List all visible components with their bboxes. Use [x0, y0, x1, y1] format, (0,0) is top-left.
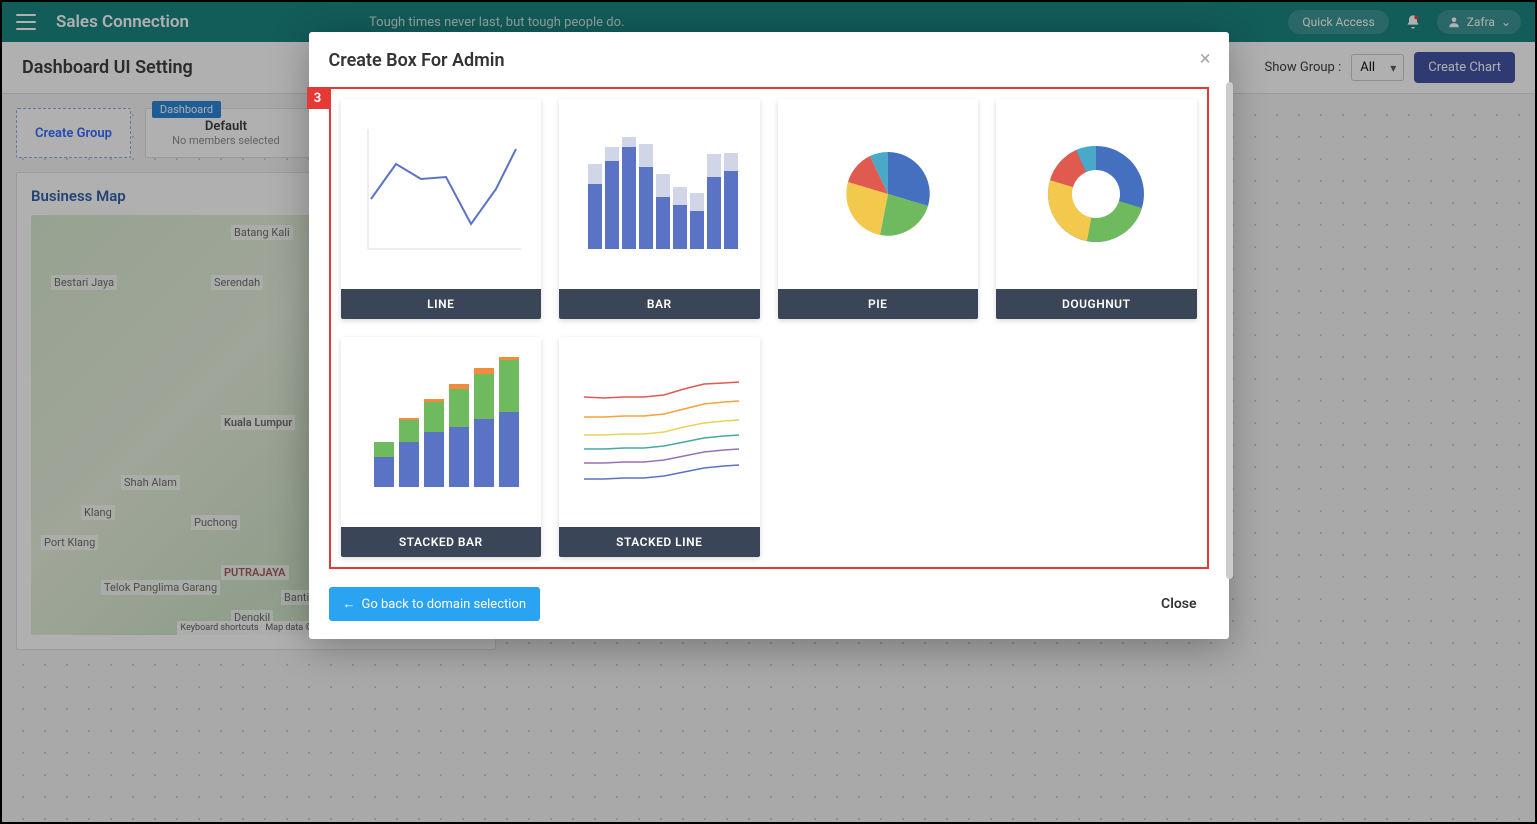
chart-option-pie[interactable]: PIE — [778, 99, 979, 319]
modal-title: Create Box For Admin — [329, 50, 1209, 71]
modal-scrollbar[interactable] — [1226, 82, 1233, 579]
chart-type-selection-area: 3 LINE — [329, 87, 1209, 569]
bar-chart-icon — [559, 99, 760, 289]
go-back-button[interactable]: ← Go back to domain selection — [329, 587, 541, 621]
chart-option-bar[interactable]: BAR — [559, 99, 760, 319]
chart-option-stacked-bar[interactable]: STACKED BAR — [341, 337, 542, 557]
arrow-left-icon: ← — [343, 596, 356, 612]
line-chart-icon — [341, 99, 542, 289]
create-box-modal: Create Box For Admin × 3 LINE — [309, 32, 1229, 639]
app-frame: Sales Connection Tough times never last,… — [0, 0, 1537, 824]
pie-chart-icon — [778, 99, 979, 289]
stacked-bar-chart-icon — [341, 337, 542, 527]
modal-overlay: Create Box For Admin × 3 LINE — [2, 2, 1535, 822]
close-button[interactable]: Close — [1149, 588, 1208, 620]
stacked-line-chart-icon — [559, 337, 760, 527]
step-badge: 3 — [307, 87, 329, 109]
chart-option-doughnut[interactable]: DOUGHNUT — [996, 99, 1197, 319]
doughnut-chart-icon — [996, 99, 1197, 289]
modal-close-button[interactable]: × — [1200, 46, 1211, 70]
chart-option-line[interactable]: LINE — [341, 99, 542, 319]
chart-option-stacked-line[interactable]: STACKED LINE — [559, 337, 760, 557]
